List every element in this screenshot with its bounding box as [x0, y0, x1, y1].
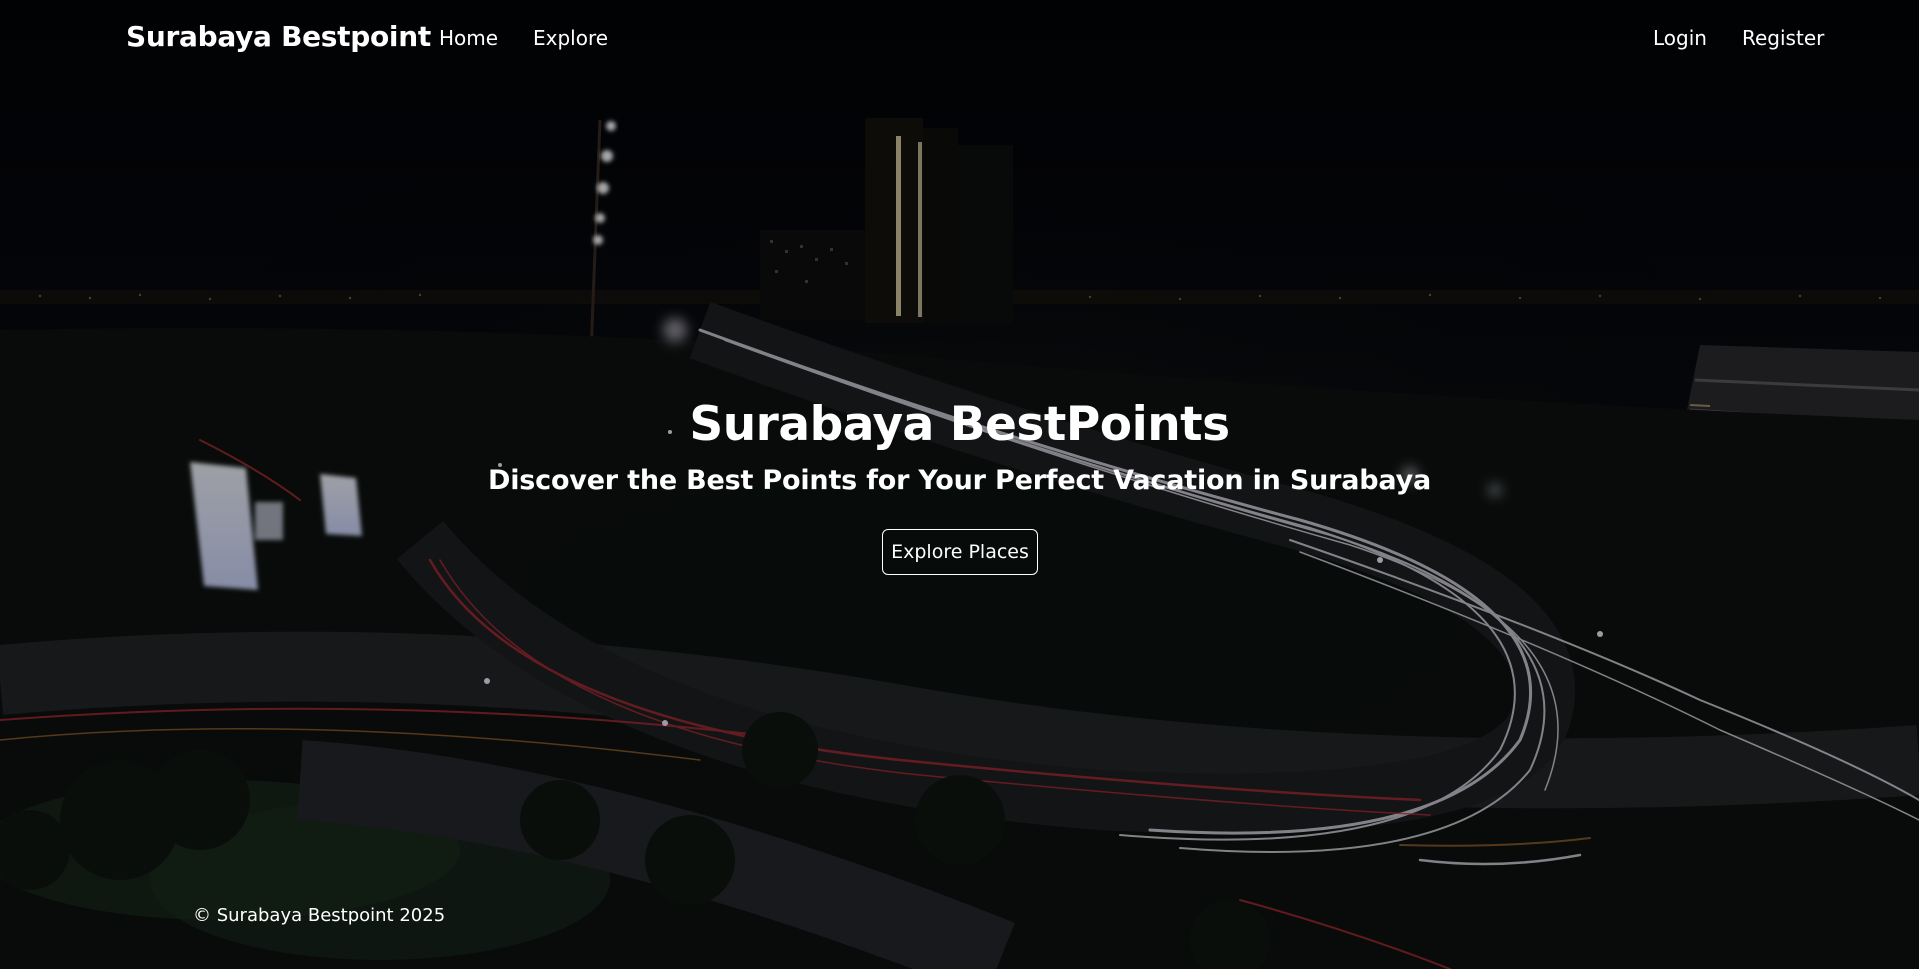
register-link[interactable]: Register	[1742, 26, 1824, 50]
brand-logo-link[interactable]: Surabaya Bestpoint	[126, 20, 431, 53]
login-link[interactable]: Login	[1653, 26, 1707, 50]
nav-link-home[interactable]: Home	[439, 26, 498, 50]
nav-link-explore[interactable]: Explore	[533, 26, 608, 50]
footer-copyright: © Surabaya Bestpoint 2025	[193, 905, 446, 926]
navbar: Surabaya Bestpoint Home Explore Login Re…	[0, 0, 1919, 78]
explore-places-button[interactable]: Explore Places	[882, 529, 1038, 575]
hero-subtitle: Discover the Best Points for Your Perfec…	[488, 465, 1431, 496]
hero-title: Surabaya BestPoints	[689, 397, 1230, 452]
